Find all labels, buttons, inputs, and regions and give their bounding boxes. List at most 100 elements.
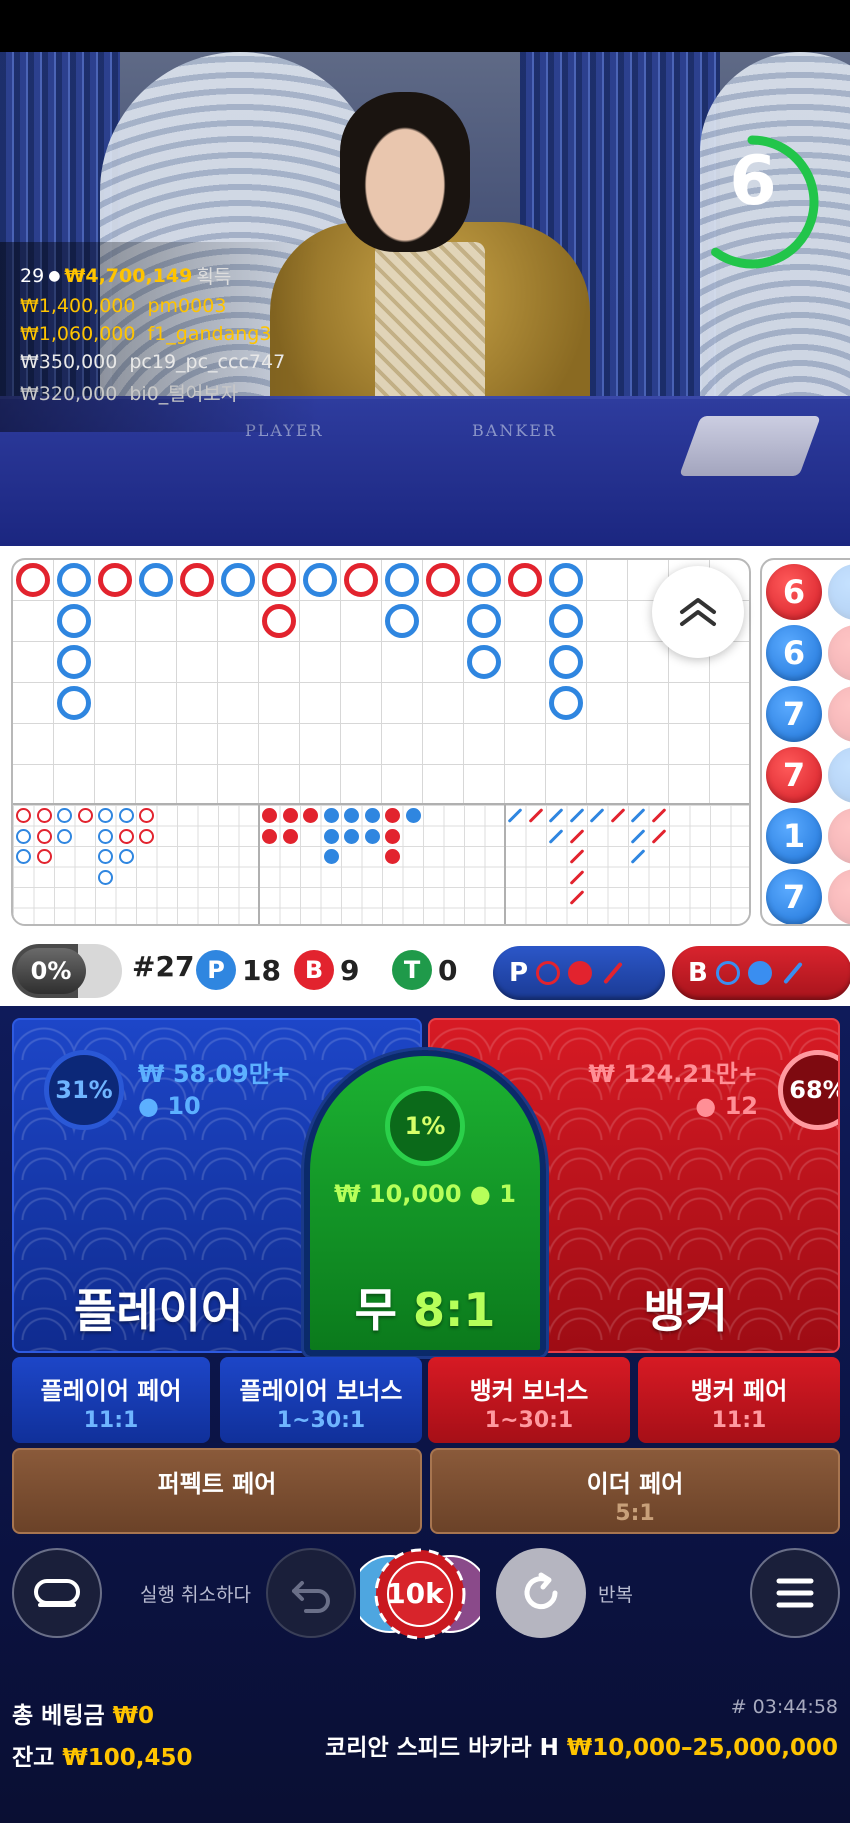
chip-selector[interactable]: 10k [360, 1548, 480, 1640]
player-pair-title: 플레이어 페어 [40, 1377, 182, 1405]
undo-button[interactable] [266, 1548, 356, 1638]
big-eye-mark [118, 828, 134, 844]
winner-amount: ₩1,400,000 [20, 295, 136, 317]
small-road-mark [282, 828, 298, 844]
tie-count: T 0 [392, 950, 457, 990]
winner-amount: ₩350,000 [20, 351, 118, 373]
small-road-mark [385, 808, 400, 823]
bead-ball-next [828, 808, 850, 864]
round-id: # 03:44:58 [730, 1696, 838, 1718]
predict-slash-icon [603, 961, 623, 985]
tie-percent-gauge: 1% [385, 1086, 465, 1166]
big-eye-mark [98, 869, 113, 885]
bead-ball-next [828, 625, 850, 681]
winner-list: ₩1,400,000 pm0003 ₩1,060,000 f1_gandang3 ₩35… [20, 295, 320, 406]
percent-toggle[interactable]: 0% [12, 944, 122, 998]
tie-odds: 8:1 [412, 1283, 496, 1337]
player-ring [467, 645, 501, 679]
small-road-mark [344, 828, 359, 844]
tie-bet-zone[interactable]: 1% ₩ 10,000 ● 1 무 8:1 [304, 1050, 546, 1356]
player-ring [303, 563, 337, 597]
player-pair-bet[interactable]: 플레이어 페어 11:1 [12, 1357, 210, 1443]
bead-plate[interactable]: 667717 [760, 558, 850, 926]
small-road-mark [303, 808, 318, 823]
predict-dot-icon [747, 961, 772, 985]
small-road-mark [323, 828, 339, 844]
table-limits: ₩10,000–25,000,000 [566, 1735, 838, 1761]
winner-row: ₩1,400,000 pm0003 [20, 295, 320, 317]
winner-user: f1_gandang3 [147, 323, 272, 345]
small-road-mark [364, 828, 380, 844]
banker-ring [508, 563, 542, 597]
banker-pair-odds: 11:1 [711, 1408, 767, 1433]
banker-ring [98, 563, 132, 597]
bead-ball: 1 [766, 808, 822, 864]
cockroach-mark [651, 808, 666, 823]
player-predict-button[interactable]: P [493, 946, 665, 1000]
player-ring [221, 563, 255, 597]
cockroach-mark [630, 808, 646, 823]
expand-roadmap-button[interactable] [652, 566, 744, 658]
bead-ball-next [828, 686, 850, 742]
player-bonus-bet[interactable]: 플레이어 보너스 1~30:1 [220, 1357, 422, 1443]
player-percent: 31% [55, 1076, 113, 1104]
tie-bettors-count: 1 [499, 1180, 516, 1208]
percent-value: 0% [16, 948, 86, 994]
player-ring [385, 604, 419, 638]
winner-user: pm0003 [147, 295, 227, 317]
big-eye-mark [139, 808, 154, 823]
felt-banker-label: BANKER [472, 421, 557, 440]
repeat-button[interactable] [496, 1548, 586, 1638]
banker-badge: B [294, 950, 334, 990]
banker-pair-title: 뱅커 페어 [690, 1377, 788, 1405]
big-eye-mark [98, 808, 113, 823]
cockroach-mark [569, 849, 584, 864]
player-ring [57, 645, 91, 679]
bead-ball-next [828, 564, 850, 620]
player-ring [549, 563, 583, 597]
undo-label: 실행 취소하다 [140, 1584, 251, 1606]
player-bonus-odds: 1~30:1 [276, 1408, 366, 1433]
either-pair-odds: 5:1 [615, 1501, 655, 1526]
winners-count: 29 [20, 264, 45, 287]
banker-ring [344, 563, 378, 597]
perfect-pair-bet[interactable]: 퍼펙트 페어 [12, 1448, 422, 1534]
menu-button[interactable] [750, 1548, 840, 1638]
small-road-mark [344, 808, 359, 823]
player-ring [57, 686, 91, 720]
player-bettors-count: 10 [167, 1092, 201, 1120]
cockroach-mark [610, 808, 625, 823]
banker-bonus-title: 뱅커 보너스 [469, 1377, 589, 1405]
predict-slash-icon [782, 961, 803, 985]
player-ring [139, 563, 173, 597]
cockroach-mark [589, 808, 605, 823]
banker-ring [262, 563, 296, 597]
undo-icon [292, 1581, 330, 1613]
either-pair-bet[interactable]: 이더 페어 5:1 [430, 1448, 840, 1534]
banker-bettors-count: 12 [724, 1092, 758, 1120]
tie-badge: T [392, 950, 432, 990]
winners-header: 29 ● ₩4,700,149 획득 [20, 262, 320, 289]
small-road-mark [323, 849, 339, 864]
big-eye-mark [16, 828, 31, 844]
banker-count-value: 9 [340, 953, 360, 987]
bead-ball: 7 [766, 869, 822, 924]
tie-zone-title: 무 8:1 [310, 1274, 540, 1340]
player-count-value: 18 [242, 953, 281, 987]
banker-ring [180, 563, 214, 597]
total-bet-label: 총 베팅금 [12, 1703, 105, 1729]
banker-predict-button[interactable]: B [672, 946, 850, 1000]
cockroach-mark [630, 828, 646, 844]
player-bettors: ● 10 [138, 1092, 201, 1120]
banker-bonus-bet[interactable]: 뱅커 보너스 1~30:1 [428, 1357, 630, 1443]
countdown-number: 6 [729, 142, 777, 221]
big-eye-mark [57, 828, 72, 844]
perfect-pair-title: 퍼펙트 페어 [157, 1470, 277, 1498]
banker-ring [16, 563, 50, 597]
big-eye-mark [36, 808, 52, 823]
big-road-grid[interactable] [11, 558, 751, 926]
seat-view-button[interactable] [12, 1548, 102, 1638]
total-bet-line: 총 베팅금 ₩0 [12, 1696, 192, 1730]
banker-pair-bet[interactable]: 뱅커 페어 11:1 [638, 1357, 840, 1443]
tie-bet-amount: ₩ 10,000 ● 1 [310, 1180, 540, 1208]
